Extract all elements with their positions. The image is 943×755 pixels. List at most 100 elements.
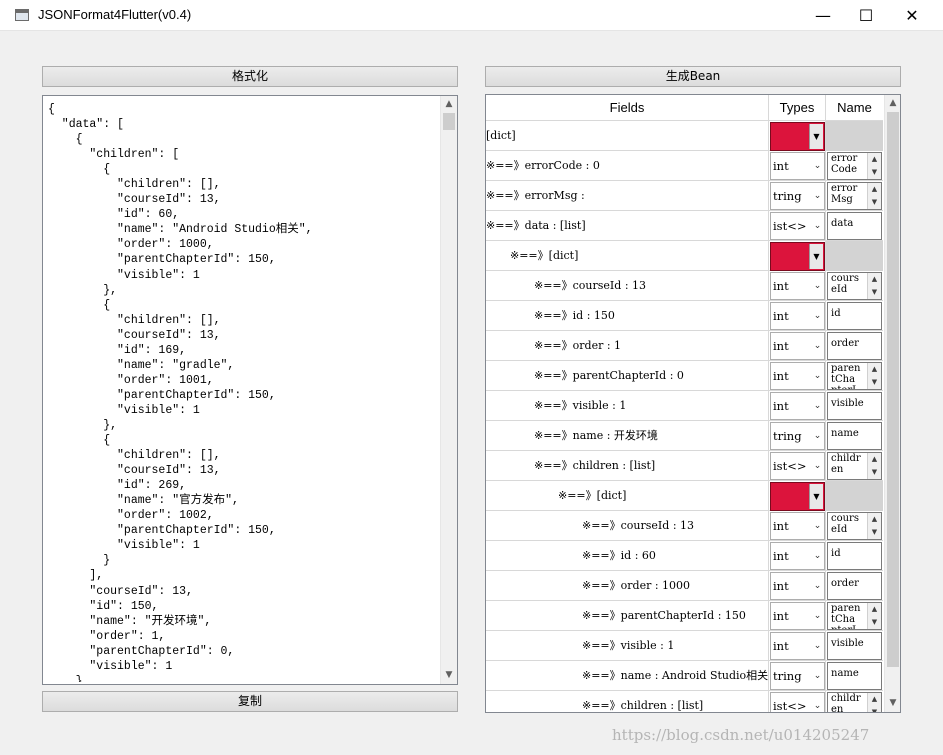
- name-value[interactable]: courseId: [831, 273, 861, 295]
- name-value[interactable]: children: [831, 693, 861, 712]
- type-combo[interactable]: int ⌄: [770, 152, 825, 180]
- table-row[interactable]: ※==》[dict] ▼: [486, 481, 883, 511]
- chevron-up-icon[interactable]: ▲: [868, 513, 881, 526]
- name-value[interactable]: visible: [831, 633, 881, 655]
- name-input[interactable]: children ▲ ▼: [827, 692, 882, 712]
- chevron-down-icon[interactable]: ▼: [868, 526, 881, 539]
- type-combo[interactable]: int ⌄: [770, 512, 825, 540]
- maximize-button[interactable]: ☐: [843, 0, 889, 31]
- name-input[interactable]: parentChapterId▲▼: [827, 362, 882, 390]
- chevron-down-icon[interactable]: ⌄: [811, 693, 824, 712]
- name-input[interactable]: courseId ▲ ▼: [827, 512, 882, 540]
- name-scrollbar[interactable]: ▲ ▼: [867, 153, 881, 179]
- name-input[interactable]: courseId ▲ ▼: [827, 272, 882, 300]
- dict-type-combo[interactable]: ▼: [770, 482, 825, 511]
- chevron-up-icon[interactable]: ▲: [868, 363, 881, 376]
- type-combo[interactable]: ist<> ⌄: [770, 452, 825, 480]
- name-input[interactable]: id: [827, 542, 882, 570]
- table-row[interactable]: ※==》name : 开发环境 tring ⌄ name: [486, 421, 883, 451]
- name-input[interactable]: visible: [827, 632, 882, 660]
- type-combo[interactable]: ist<> ⌄: [770, 212, 825, 240]
- table-row[interactable]: [dict] ▼: [486, 121, 883, 151]
- type-combo[interactable]: int ⌄: [770, 542, 825, 570]
- chevron-down-icon[interactable]: ▼: [868, 706, 881, 712]
- type-combo[interactable]: int ⌄: [770, 362, 825, 390]
- close-button[interactable]: ✕: [889, 0, 935, 31]
- table-row[interactable]: ※==》parentChapterId : 0 int ⌄ parentChapter…: [486, 361, 883, 391]
- type-combo[interactable]: int ⌄: [770, 302, 825, 330]
- type-combo[interactable]: int ⌄: [770, 602, 825, 630]
- chevron-down-icon[interactable]: ⌄: [811, 303, 824, 329]
- name-value[interactable]: courseId: [831, 513, 861, 535]
- chevron-down-icon[interactable]: ⌄: [811, 663, 824, 689]
- name-input[interactable]: data: [827, 212, 882, 240]
- table-row[interactable]: ※==》children : [list] ist<> ⌄ children ▲ ▼: [486, 691, 883, 712]
- name-input[interactable]: name: [827, 662, 882, 690]
- chevron-down-icon[interactable]: ⌄: [811, 213, 824, 239]
- chevron-down-icon[interactable]: ⌄: [811, 393, 824, 419]
- chevron-up-icon[interactable]: ▲: [868, 603, 881, 616]
- scroll-down-icon[interactable]: ▼: [441, 667, 457, 684]
- format-button[interactable]: 格式化: [42, 66, 458, 87]
- header-types[interactable]: Types: [769, 95, 826, 121]
- table-row[interactable]: ※==》courseId : 13 int ⌄ courseId ▲ ▼: [486, 271, 883, 301]
- type-combo[interactable]: int ⌄: [770, 332, 825, 360]
- chevron-up-icon[interactable]: ▲: [868, 183, 881, 196]
- chevron-down-icon[interactable]: ⌄: [811, 423, 824, 449]
- chevron-down-icon[interactable]: ⌄: [811, 153, 824, 179]
- dict-type-combo[interactable]: ▼: [770, 122, 825, 151]
- name-input[interactable]: errorCode ▲ ▼: [827, 152, 882, 180]
- chevron-up-icon[interactable]: ▲: [868, 693, 881, 706]
- name-input[interactable]: parentChapterId▲▼: [827, 602, 882, 630]
- table-row[interactable]: ※==》visible : 1 int ⌄ visible: [486, 631, 883, 661]
- scroll-up-icon[interactable]: ▲: [441, 96, 457, 113]
- name-value[interactable]: errorCode: [831, 153, 861, 175]
- json-scrollbar[interactable]: ▲ ▼: [440, 96, 457, 684]
- type-combo[interactable]: int ⌄: [770, 572, 825, 600]
- chevron-down-icon[interactable]: ▼: [868, 466, 881, 479]
- name-scrollbar[interactable]: ▲ ▼: [867, 363, 881, 389]
- chevron-up-icon[interactable]: ▲: [868, 453, 881, 466]
- chevron-down-icon[interactable]: ▼: [809, 484, 823, 509]
- type-combo[interactable]: int ⌄: [770, 272, 825, 300]
- type-combo[interactable]: int ⌄: [770, 392, 825, 420]
- scroll-thumb[interactable]: [887, 112, 899, 667]
- name-scrollbar[interactable]: ▲ ▼: [867, 603, 881, 629]
- table-row[interactable]: ※==》parentChapterId : 150 int ⌄ parentChapt…: [486, 601, 883, 631]
- name-value[interactable]: order: [831, 573, 881, 595]
- name-scrollbar[interactable]: ▲ ▼: [867, 513, 881, 539]
- name-input[interactable]: order: [827, 332, 882, 360]
- chevron-down-icon[interactable]: ⌄: [811, 183, 824, 209]
- header-fields[interactable]: Fields: [486, 95, 769, 121]
- name-value[interactable]: visible: [831, 393, 881, 415]
- table-scrollbar[interactable]: ▲ ▼: [884, 95, 900, 712]
- name-value[interactable]: name: [831, 423, 881, 445]
- chevron-down-icon[interactable]: ⌄: [811, 633, 824, 659]
- name-value[interactable]: children: [831, 453, 861, 475]
- json-editor[interactable]: { "data": [ { "children": [ { "children"…: [42, 95, 458, 685]
- name-input[interactable]: visible: [827, 392, 882, 420]
- type-combo[interactable]: tring ⌄: [770, 662, 825, 690]
- name-scrollbar[interactable]: ▲ ▼: [867, 183, 881, 209]
- name-input[interactable]: order: [827, 572, 882, 600]
- dict-type-combo[interactable]: ▼: [770, 242, 825, 271]
- name-input[interactable]: children ▲ ▼: [827, 452, 882, 480]
- name-value[interactable]: order: [831, 333, 881, 355]
- table-row[interactable]: ※==》errorCode : 0 int ⌄ errorCode ▲ ▼: [486, 151, 883, 181]
- table-row[interactable]: ※==》[dict] ▼: [486, 241, 883, 271]
- chevron-up-icon[interactable]: ▲: [868, 153, 881, 166]
- table-row[interactable]: ※==》courseId : 13 int ⌄ courseId ▲ ▼: [486, 511, 883, 541]
- scroll-thumb[interactable]: [443, 113, 455, 130]
- chevron-down-icon[interactable]: ▼: [868, 196, 881, 209]
- chevron-down-icon[interactable]: ⌄: [811, 573, 824, 599]
- type-combo[interactable]: tring ⌄: [770, 422, 825, 450]
- name-value[interactable]: id: [831, 303, 881, 325]
- name-scrollbar[interactable]: ▲ ▼: [867, 273, 881, 299]
- name-value[interactable]: errorMsg: [831, 183, 861, 205]
- chevron-down-icon[interactable]: ▼: [868, 166, 881, 179]
- name-input[interactable]: name: [827, 422, 882, 450]
- scroll-up-icon[interactable]: ▲: [885, 95, 900, 112]
- table-row[interactable]: ※==》errorMsg : tring ⌄ errorMsg ▲ ▼: [486, 181, 883, 211]
- name-input[interactable]: id: [827, 302, 882, 330]
- type-combo[interactable]: int ⌄: [770, 632, 825, 660]
